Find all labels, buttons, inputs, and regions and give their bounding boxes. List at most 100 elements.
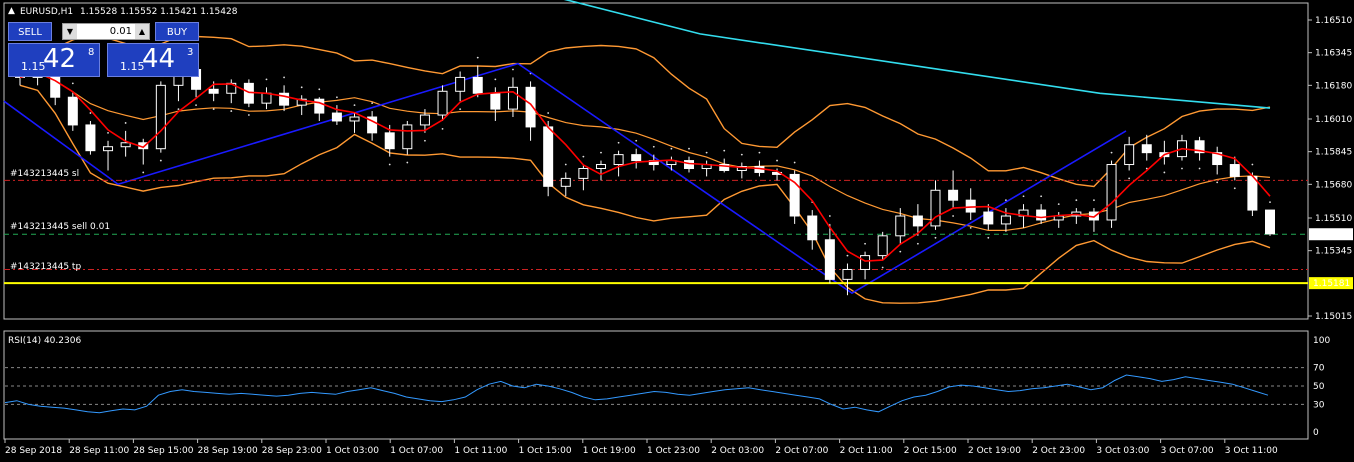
price-tick-label: 1.15680 bbox=[1315, 180, 1352, 190]
candle-body bbox=[807, 215, 818, 241]
sar-dot bbox=[1075, 199, 1078, 202]
sar-dot bbox=[899, 250, 902, 253]
candle-body bbox=[120, 142, 131, 148]
buy-button[interactable]: BUY bbox=[155, 22, 199, 41]
candle-body bbox=[455, 76, 466, 92]
sar-dot bbox=[353, 104, 356, 107]
rsi-label: RSI(14) 40.2306 bbox=[8, 336, 81, 346]
candle-body bbox=[103, 146, 114, 152]
sar-dot bbox=[1198, 167, 1201, 170]
candle-body bbox=[613, 154, 624, 166]
time-tick-label: 28 Sep 11:00 bbox=[69, 446, 129, 456]
candle-body bbox=[965, 199, 976, 213]
time-tick-label: 2 Oct 11:00 bbox=[840, 446, 893, 456]
candle-body bbox=[595, 164, 606, 169]
ohlc-values: 1.15528 1.15552 1.15421 1.15428 bbox=[80, 7, 238, 17]
rsi-tick-label: 70 bbox=[1313, 364, 1325, 374]
time-tick-label: 1 Oct 07:00 bbox=[390, 446, 443, 456]
price-tick-label: 1.15510 bbox=[1315, 214, 1352, 224]
candle-body bbox=[507, 86, 518, 110]
sar-dot bbox=[1128, 177, 1131, 180]
sar-dot bbox=[688, 147, 690, 150]
candle-body bbox=[895, 215, 906, 237]
sar-dot bbox=[476, 56, 479, 59]
price-tick-label: 1.15015 bbox=[1315, 312, 1352, 322]
time-tick-label: 2 Oct 07:00 bbox=[775, 446, 828, 456]
sar-dot bbox=[723, 149, 726, 152]
candle-body bbox=[67, 96, 78, 126]
candle-body bbox=[402, 124, 413, 150]
sar-dot bbox=[1163, 171, 1166, 174]
candle-body bbox=[842, 268, 853, 280]
candle-body bbox=[1036, 209, 1047, 221]
time-tick-label: 3 Oct 11:00 bbox=[1225, 446, 1278, 456]
lot-decrease-icon[interactable]: ▼ bbox=[63, 24, 77, 39]
candle-body bbox=[1124, 144, 1135, 166]
sell-price-fraction: 8 bbox=[88, 47, 95, 58]
candle-body bbox=[983, 211, 994, 225]
sar-dot bbox=[652, 145, 655, 148]
lot-size-input[interactable] bbox=[78, 24, 134, 39]
sar-dot bbox=[142, 171, 145, 174]
sl-line-label: #143213445 sl bbox=[10, 169, 79, 179]
tp-line-label: #143213445 tp bbox=[10, 262, 81, 272]
candle-body bbox=[824, 239, 835, 280]
candle-body bbox=[560, 177, 571, 187]
sar-dot bbox=[177, 108, 180, 110]
candle-body bbox=[208, 88, 219, 94]
time-tick-label: 3 Oct 03:00 bbox=[1096, 446, 1149, 456]
buy-price-display[interactable]: 1.15 44 3 bbox=[107, 43, 199, 77]
time-tick-label: 1 Oct 23:00 bbox=[647, 446, 700, 456]
price-tick-label: 1.15845 bbox=[1315, 148, 1352, 158]
sar-dot bbox=[459, 108, 462, 110]
buy-price-prefix: 1.15 bbox=[120, 60, 145, 73]
candle-body bbox=[631, 154, 642, 162]
sell-price-display[interactable]: 1.15 42 8 bbox=[8, 43, 100, 77]
time-tick-label: 2 Oct 03:00 bbox=[711, 446, 764, 456]
sar-dot bbox=[318, 88, 321, 91]
one-click-trade-panel: SELL ▼ ▲ BUY 1.15 42 8 1.15 44 3 bbox=[8, 22, 200, 77]
lot-size-stepper[interactable]: ▼ ▲ bbox=[62, 23, 150, 40]
lot-increase-icon[interactable]: ▲ bbox=[135, 24, 149, 39]
sar-dot bbox=[776, 159, 778, 162]
sar-dot bbox=[230, 110, 233, 112]
rsi-tick-label: 50 bbox=[1313, 382, 1325, 392]
sar-dot bbox=[159, 159, 162, 162]
price-tick-label: 1.15345 bbox=[1315, 247, 1352, 257]
sar-dot bbox=[247, 114, 250, 116]
time-tick-label: 1 Oct 15:00 bbox=[519, 446, 572, 456]
candle-body bbox=[437, 90, 448, 116]
sar-dot bbox=[300, 86, 303, 89]
candle-body bbox=[472, 76, 483, 94]
sar-dot bbox=[1251, 163, 1254, 166]
entry-line-label: #143213445 sell 0.01 bbox=[10, 222, 110, 232]
sar-dot bbox=[828, 215, 831, 217]
candle-body bbox=[1265, 209, 1275, 235]
chart-canvas[interactable]: 1.16510 1.16345 1.16180 1.16010 1.15845 1.156… bbox=[0, 0, 1354, 462]
sar-dot bbox=[494, 78, 497, 81]
buy-price-fraction: 3 bbox=[187, 47, 194, 58]
sar-dot bbox=[406, 161, 409, 164]
rsi-tick-label: 0 bbox=[1313, 428, 1319, 438]
sar-dot bbox=[1269, 201, 1271, 204]
collapse-arrow-icon[interactable]: ▲ bbox=[8, 6, 15, 16]
candle-body bbox=[1106, 164, 1117, 221]
candle-body bbox=[384, 132, 395, 150]
time-tick-label: 1 Oct 11:00 bbox=[454, 446, 507, 456]
sar-dot bbox=[107, 131, 109, 134]
time-tick-label: 2 Oct 23:00 bbox=[1032, 446, 1085, 456]
sell-button[interactable]: SELL bbox=[8, 22, 52, 41]
sar-dot bbox=[1181, 167, 1183, 170]
price-tick-label: 1.16010 bbox=[1315, 115, 1352, 125]
sar-dot bbox=[371, 102, 374, 105]
sar-dot bbox=[265, 78, 268, 81]
candle-body bbox=[877, 235, 888, 257]
hline-price-tag: 1.15181 bbox=[1313, 279, 1350, 289]
sar-dot bbox=[424, 139, 426, 142]
sar-dot bbox=[283, 76, 285, 79]
buy-price-pips: 44 bbox=[142, 44, 176, 74]
sar-dot bbox=[670, 147, 673, 150]
candle-body bbox=[490, 92, 501, 110]
sar-dot bbox=[881, 266, 884, 269]
sar-dot bbox=[1216, 181, 1219, 184]
